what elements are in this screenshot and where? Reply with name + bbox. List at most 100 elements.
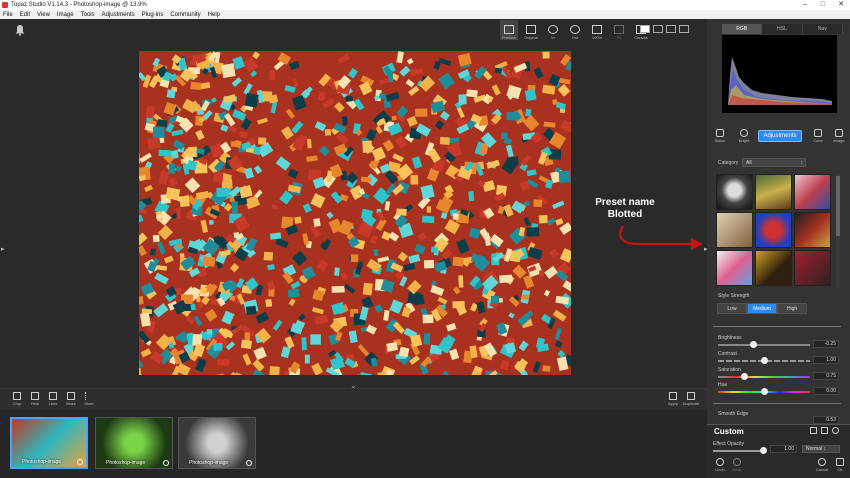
strength-high-button[interactable]: High [777, 303, 807, 314]
slider-knob[interactable] [749, 341, 757, 348]
slider-knob[interactable] [761, 357, 768, 364]
close-thumb-icon[interactable] [246, 460, 252, 466]
preset-thumbnail[interactable] [794, 212, 831, 248]
menu-help[interactable]: Help [208, 12, 220, 18]
tab-adjustments[interactable]: Adjustments [758, 130, 802, 142]
annotation-line-2: Blotted [607, 209, 643, 220]
preset-thumbnail[interactable] [755, 212, 792, 248]
preview-button[interactable]: Preview [500, 20, 518, 40]
menu-community[interactable]: Community [170, 12, 200, 18]
zoom-out-icon [570, 25, 580, 34]
menu-file[interactable]: File [3, 12, 13, 18]
filmstrip-thumb[interactable]: Photoshop-image [95, 417, 173, 469]
crop-button[interactable]: Crop [10, 392, 24, 406]
tab-rgb[interactable]: RGB [722, 24, 763, 34]
reset-icon[interactable] [832, 427, 839, 434]
zoom-in-icon [548, 25, 558, 34]
close-thumb-icon[interactable] [163, 460, 169, 466]
ok-button[interactable]: Ok [833, 458, 847, 472]
fit-button[interactable]: Fit [610, 20, 628, 40]
redo-icon [733, 458, 741, 466]
filmstrip-thumb[interactable]: Photoshop-image [178, 417, 256, 469]
slider-value[interactable]: 1.00 [813, 356, 839, 364]
menu-icon[interactable] [821, 427, 828, 434]
single-view-icon[interactable] [640, 25, 650, 33]
apply-button[interactable]: Apply [666, 392, 680, 406]
zoom-out-button[interactable]: Out [566, 20, 584, 40]
slider-knob[interactable] [761, 388, 768, 395]
contrast-slider[interactable]: Contrast 1.00 [718, 351, 841, 367]
slider-value[interactable]: 0.53 [813, 416, 839, 424]
slider-knob[interactable] [740, 373, 748, 380]
filmstrip-thumb[interactable]: Photoshop-image [10, 417, 88, 469]
tab-color[interactable]: Color [809, 129, 827, 143]
image-canvas[interactable] [139, 51, 571, 375]
tab-basic[interactable]: Basic [711, 129, 729, 143]
undo-button[interactable]: Undo [713, 458, 727, 472]
preset-thumbnail[interactable] [716, 174, 753, 210]
strength-low-button[interactable]: Low [717, 303, 747, 314]
slider-track[interactable] [718, 376, 810, 378]
blend-mode-select[interactable]: Normal ↕ [802, 445, 840, 453]
preset-thumbnail[interactable] [716, 250, 753, 286]
close-icon[interactable]: ✕ [832, 0, 850, 10]
preview-icon [504, 25, 514, 34]
slider-track[interactable] [718, 344, 810, 346]
tab-nav[interactable]: Nav [802, 24, 843, 34]
mask-button[interactable]: Mask [64, 392, 78, 406]
category-select[interactable]: All ↕ [742, 158, 806, 167]
menu-image[interactable]: Image [57, 12, 74, 18]
slider-value[interactable]: 0.75 [813, 372, 839, 380]
close-thumb-icon[interactable] [77, 459, 83, 465]
layers-icon[interactable] [810, 427, 817, 434]
opacity-knob[interactable] [760, 447, 767, 454]
maximize-icon[interactable]: □ [814, 0, 832, 10]
preset-thumbnail[interactable] [794, 174, 831, 210]
heal-button[interactable]: Heal [28, 392, 42, 406]
quad-view-icon[interactable] [679, 25, 689, 33]
category-value: All [746, 160, 752, 166]
duplicate-icon [687, 392, 695, 400]
effect-opacity-label: Effect Opacity [713, 441, 745, 447]
tab-bright[interactable]: Bright [735, 129, 753, 143]
preset-scrollbar[interactable] [836, 174, 840, 288]
zoom-in-button[interactable]: In [544, 20, 562, 40]
menu-tools[interactable]: Tools [81, 12, 95, 18]
window-title: Topaz Studio V1.14.3 - Photoshop-image @… [11, 2, 147, 8]
category-label: Category [718, 160, 739, 166]
expand-left-arrow-icon[interactable]: ▸ [1, 245, 5, 253]
original-button[interactable]: Original [522, 20, 540, 40]
saturation-slider[interactable]: Saturation 0.75 [718, 367, 841, 383]
split-view-icon[interactable] [653, 25, 663, 33]
menu-edit[interactable]: Edit [20, 12, 30, 18]
tab-hsl[interactable]: HSL [762, 24, 803, 34]
preset-thumbnail[interactable] [755, 250, 792, 286]
slider-value[interactable]: 0.00 [813, 387, 839, 395]
slider-value[interactable]: -0.25 [813, 340, 839, 348]
opacity-track[interactable] [713, 450, 763, 452]
chevron-down-icon: ↕ [823, 446, 827, 452]
divider [713, 403, 841, 404]
more-button[interactable]: More [82, 392, 96, 406]
menu-plug-ins[interactable]: Plug-ins [142, 12, 164, 18]
minimize-icon[interactable]: – [796, 0, 814, 10]
notification-bell-icon[interactable] [14, 24, 26, 36]
side-by-side-view-icon[interactable] [666, 25, 676, 33]
hue-slider[interactable]: Hue 0.00 [718, 382, 841, 398]
strength-medium-button[interactable]: Medium [747, 303, 777, 314]
zoom-100-button[interactable]: 100% [588, 20, 606, 40]
lens-button[interactable]: Lens [46, 392, 60, 406]
preset-thumbnail[interactable] [794, 250, 831, 286]
tab-image[interactable]: Image [830, 129, 848, 143]
menu-adjustments[interactable]: Adjustments [102, 12, 135, 18]
duplicate-button[interactable]: Duplicate [683, 392, 699, 406]
preset-thumbnail[interactable] [716, 212, 753, 248]
scrollbar-thumb[interactable] [836, 176, 840, 236]
menu-view[interactable]: View [37, 12, 50, 18]
redo-button[interactable]: Redo [730, 458, 744, 472]
opacity-value[interactable]: 1.00 [770, 445, 797, 453]
cancel-icon [818, 458, 826, 466]
cancel-button[interactable]: Cancel [815, 458, 829, 472]
preset-thumbnail[interactable] [755, 174, 792, 210]
brightness-slider[interactable]: Brightness -0.25 [718, 335, 841, 351]
